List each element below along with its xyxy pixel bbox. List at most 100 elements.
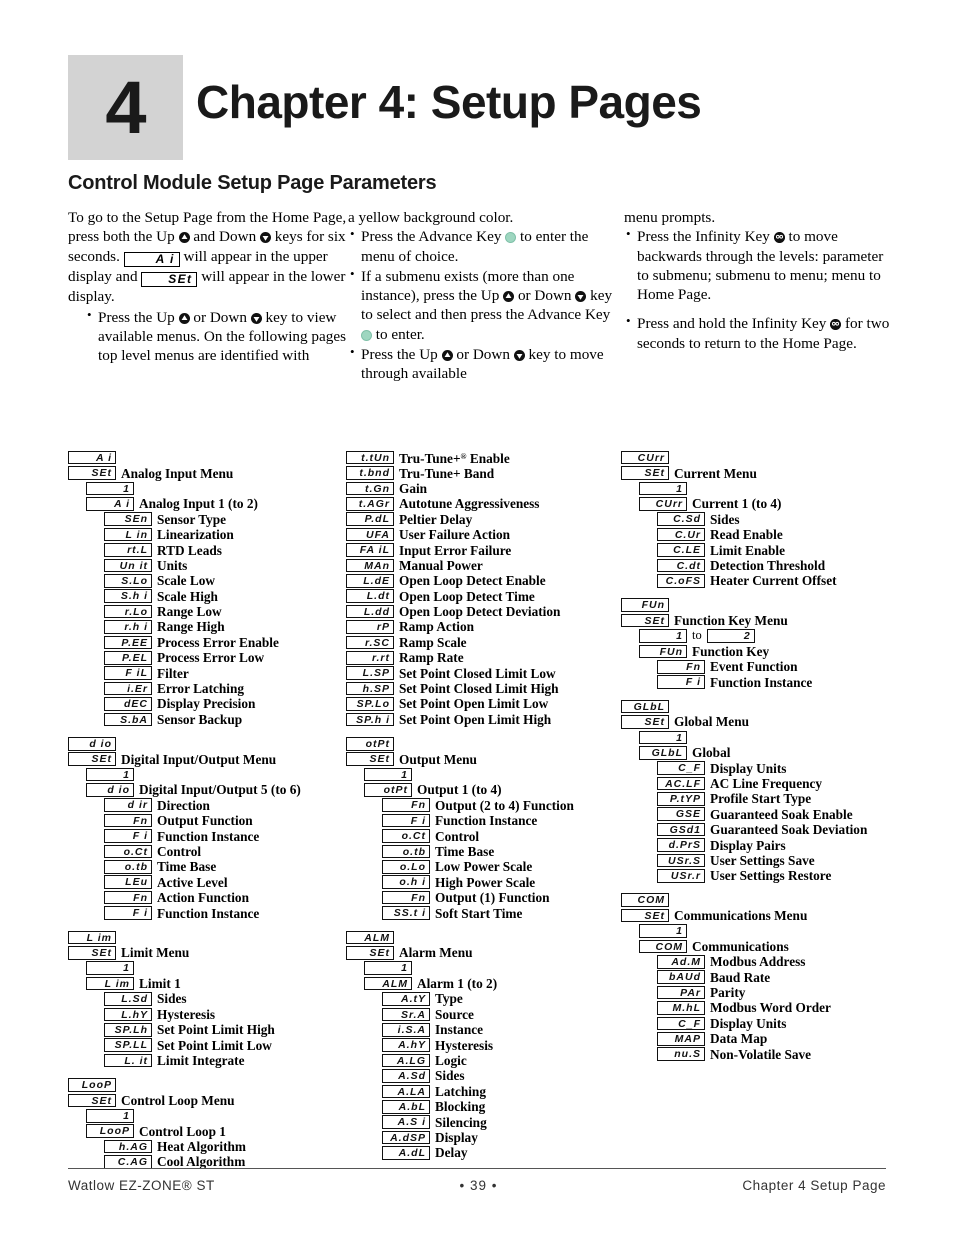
menu-row[interactable]: F i Function Instance [68,828,346,843]
menu-row[interactable]: SEt Control Loop Menu [68,1093,346,1108]
menu-row[interactable]: GLbL [621,699,896,714]
menu-row[interactable]: 1 [346,767,621,782]
menu-row[interactable]: ALM Alarm 1 (to 2) [346,976,621,991]
menu-row[interactable]: L.dt Open Loop Detect Time [346,589,621,604]
menu-row[interactable]: A.bL Blocking [346,1099,621,1114]
menu-row[interactable]: COM [621,893,896,908]
menu-row[interactable]: AC.LF AC Line Frequency [621,776,896,791]
menu-row[interactable]: 1 [68,1108,346,1123]
menu-row[interactable]: L.hY Hysteresis [68,1007,346,1022]
menu-row[interactable]: SP.Lo Set Point Open Limit Low [346,696,621,711]
menu-row[interactable]: 1 [68,481,346,496]
menu-row[interactable]: LEu Active Level [68,875,346,890]
menu-row[interactable]: ALM [346,930,621,945]
menu-row[interactable]: 1 [621,481,896,496]
menu-row[interactable]: L im [68,930,346,945]
menu-row[interactable]: d io Digital Input/Output 5 (to 6) [68,782,346,797]
menu-row[interactable]: Fn Action Function [68,890,346,905]
menu-row[interactable]: L im Limit 1 [68,976,346,991]
menu-row[interactable]: Fn Event Function [621,659,896,674]
menu-row[interactable]: L.dE Open Loop Detect Enable [346,573,621,588]
menu-row[interactable]: C.LE Limit Enable [621,542,896,557]
menu-row[interactable]: SP.LL Set Point Limit Low [68,1037,346,1052]
menu-row[interactable]: C_F Display Units [621,1016,896,1031]
menu-row[interactable]: L. it Limit Integrate [68,1053,346,1068]
menu-row[interactable]: bAUd Baud Rate [621,970,896,985]
menu-row[interactable]: t.Gn Gain [346,481,621,496]
menu-row[interactable]: 1 [621,730,896,745]
menu-row[interactable]: o.Ct Control [346,828,621,843]
menu-row[interactable]: L.dd Open Loop Detect Deviation [346,604,621,619]
menu-row[interactable]: A.S i Silencing [346,1114,621,1129]
menu-row[interactable]: SEt Current Menu [621,465,896,480]
menu-row[interactable]: UFA User Failure Action [346,527,621,542]
menu-row[interactable]: A.hY Hysteresis [346,1037,621,1052]
menu-row[interactable]: FUn Function Key [621,644,896,659]
menu-row[interactable]: A.LG Logic [346,1053,621,1068]
menu-row[interactable]: r.h i Range High [68,619,346,634]
menu-row[interactable]: SEn Sensor Type [68,512,346,527]
menu-row[interactable]: Sr.A Source [346,1007,621,1022]
menu-row[interactable]: S.Lo Scale Low [68,573,346,588]
menu-row[interactable]: h.SP Set Point Closed Limit High [346,681,621,696]
menu-row[interactable]: r.Lo Range Low [68,604,346,619]
menu-row[interactable]: SEt Alarm Menu [346,945,621,960]
menu-row[interactable]: i.Er Error Latching [68,681,346,696]
menu-row[interactable]: 1 [346,961,621,976]
menu-row[interactable]: Ad.M Modbus Address [621,954,896,969]
menu-row[interactable]: otPt [346,736,621,751]
menu-row[interactable]: t.AGr Autotune Aggressiveness [346,496,621,511]
menu-row[interactable]: r.rt Ramp Rate [346,650,621,665]
menu-row[interactable]: FUn [621,598,896,613]
menu-row[interactable]: C.oFS Heater Current Offset [621,573,896,588]
menu-row[interactable]: d.PrS Display Pairs [621,837,896,852]
menu-row[interactable]: C.dt Detection Threshold [621,558,896,573]
menu-row[interactable]: A.LA Latching [346,1084,621,1099]
menu-row[interactable]: PAr Parity [621,985,896,1000]
menu-row[interactable]: C.Sd Sides [621,512,896,527]
menu-row[interactable]: SS.t i Soft Start Time [346,905,621,920]
menu-row[interactable]: SP.Lh Set Point Limit High [68,1022,346,1037]
menu-row[interactable]: MAP Data Map [621,1031,896,1046]
menu-row[interactable]: LooP Control Loop 1 [68,1123,346,1138]
menu-row[interactable]: 1 [68,961,346,976]
menu-row[interactable]: F iL Filter [68,665,346,680]
menu-row[interactable]: SEt Limit Menu [68,945,346,960]
menu-row[interactable]: A.tY Type [346,991,621,1006]
menu-row[interactable]: COM Communications [621,939,896,954]
menu-row[interactable]: GLbL Global [621,745,896,760]
menu-row[interactable]: P.dL Peltier Delay [346,512,621,527]
menu-row[interactable]: o.tb Time Base [346,844,621,859]
menu-row[interactable]: nu.S Non-Volatile Save [621,1046,896,1061]
menu-row[interactable]: otPt Output 1 (to 4) [346,782,621,797]
menu-row[interactable]: i.S.A Instance [346,1022,621,1037]
menu-row[interactable]: SEt Communications Menu [621,908,896,923]
menu-row[interactable]: M.hL Modbus Word Order [621,1000,896,1015]
menu-row[interactable]: 1 [68,767,346,782]
menu-row[interactable]: L in Linearization [68,527,346,542]
menu-row[interactable]: SEt Analog Input Menu [68,465,346,480]
menu-row[interactable]: o.Lo Low Power Scale [346,859,621,874]
menu-row[interactable]: L.Sd Sides [68,991,346,1006]
menu-row[interactable]: CUrr [621,450,896,465]
menu-row[interactable]: FA iL Input Error Failure [346,542,621,557]
menu-row[interactable]: SEt Function Key Menu [621,613,896,628]
menu-row[interactable]: 1 [621,923,896,938]
menu-row[interactable]: L.SP Set Point Closed Limit Low [346,665,621,680]
menu-row[interactable]: SP.h i Set Point Open Limit High [346,712,621,727]
menu-row[interactable]: o.Ct Control [68,844,346,859]
menu-row[interactable]: o.h i High Power Scale [346,875,621,890]
menu-row[interactable]: h.AG Heat Algorithm [68,1139,346,1154]
menu-row[interactable]: F i Function Instance [621,674,896,689]
menu-row[interactable]: GSd1 Guaranteed Soak Deviation [621,822,896,837]
menu-row[interactable]: F i Function Instance [68,905,346,920]
menu-row[interactable]: MAn Manual Power [346,558,621,573]
menu-row[interactable]: SEt Global Menu [621,714,896,729]
menu-row[interactable]: A i [68,450,346,465]
menu-row[interactable]: 1 to 2 [621,628,896,643]
menu-row[interactable]: LooP [68,1077,346,1092]
menu-row[interactable]: t.bnd Tru-Tune+ Band [346,465,621,480]
menu-row[interactable]: S.bA Sensor Backup [68,712,346,727]
menu-row[interactable]: rP Ramp Action [346,619,621,634]
menu-row[interactable]: o.tb Time Base [68,859,346,874]
